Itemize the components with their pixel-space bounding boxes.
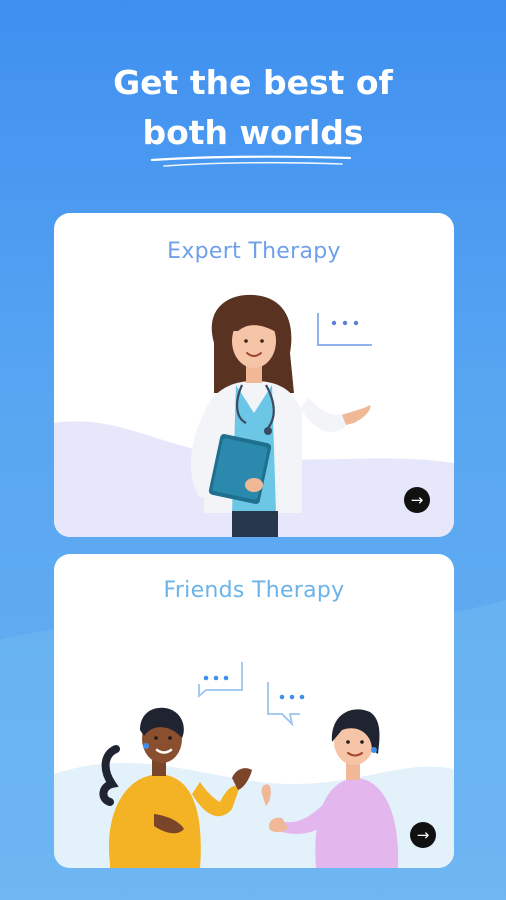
friends-therapy-card[interactable]: Friends Therapy → [54,554,454,868]
expert-therapy-title: Expert Therapy [167,239,341,264]
expert-therapy-arrow-button[interactable]: → [404,487,430,513]
page-headline: Get the best of both worlds [0,58,506,158]
arrow-right-icon: → [410,491,424,509]
friends-therapy-title: Friends Therapy [163,578,345,603]
expert-therapy-card[interactable]: Expert Therapy → [54,213,454,537]
headline-underline-squiggle [150,155,352,167]
headline-line-2: both worlds [142,113,364,152]
friends-therapy-arrow-button[interactable]: → [410,822,436,848]
arrow-right-icon: → [416,826,430,844]
headline-line-1: Get the best of [113,63,393,102]
